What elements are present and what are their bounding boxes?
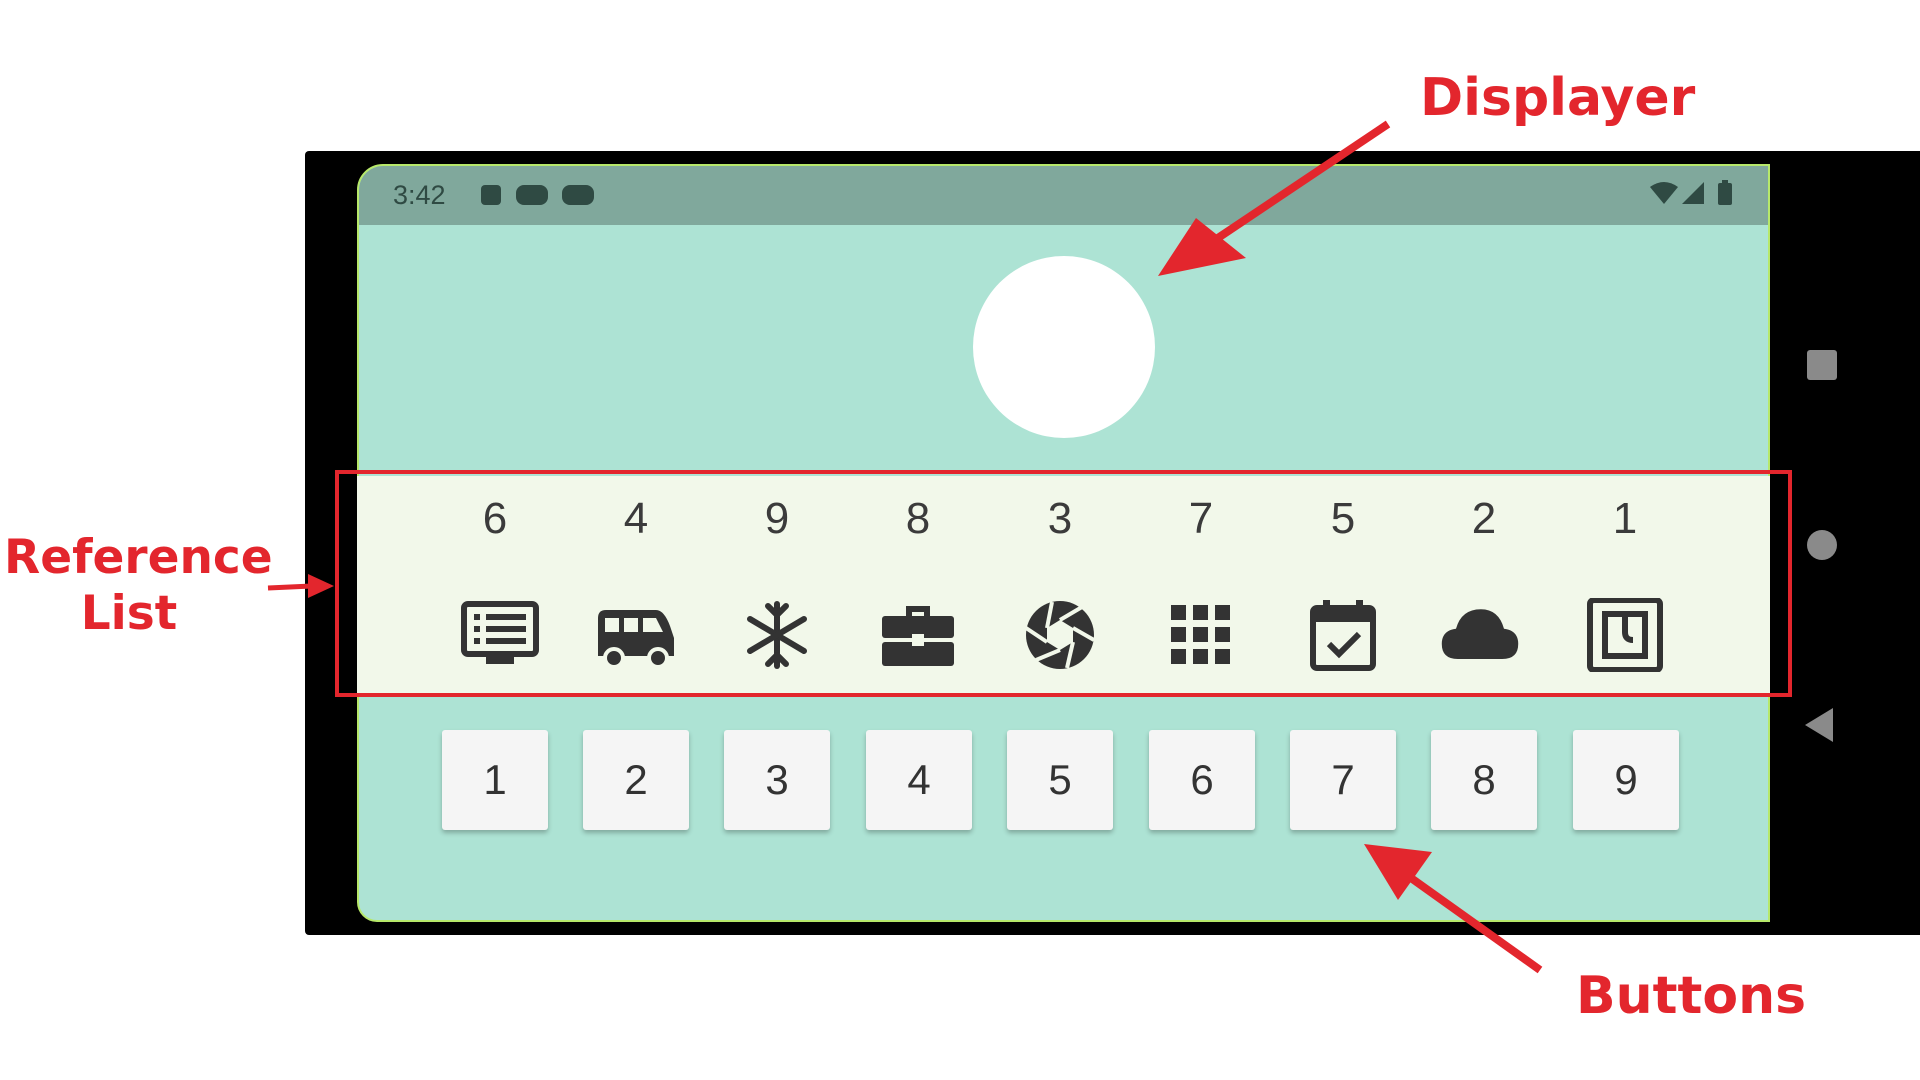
- reference-number: 5: [1330, 494, 1356, 543]
- reference-number: 7: [1188, 494, 1214, 543]
- status-bar: 3:42: [359, 166, 1768, 225]
- figure: 3:42 6 4 9 8 3 7 5 2 1 1 2 3 4 5 6 7 8 9…: [0, 0, 1920, 1080]
- reference-number: 2: [1471, 494, 1497, 543]
- number-button-8[interactable]: 8: [1431, 730, 1537, 830]
- number-button-1[interactable]: 1: [442, 730, 548, 830]
- annotation-reference-line2: List: [80, 586, 178, 641]
- number-button-4[interactable]: 4: [866, 730, 972, 830]
- reference-number: 1: [1612, 494, 1638, 543]
- grid-apps-icon: [1171, 605, 1230, 664]
- reference-number: 3: [1047, 494, 1073, 543]
- reference-number: 4: [623, 494, 649, 543]
- status-time: 3:42: [393, 180, 446, 210]
- nfc-icon: [1587, 598, 1663, 672]
- youtube-icon: [516, 185, 548, 205]
- signal-icon: [1682, 182, 1704, 204]
- number-button-7[interactable]: 7: [1290, 730, 1396, 830]
- camera-aperture-icon: [1024, 601, 1095, 669]
- text-icon: [481, 185, 501, 205]
- cloud-icon: [1441, 609, 1519, 659]
- wifi-icon: [1650, 182, 1678, 204]
- youtube-icon: [562, 185, 594, 205]
- number-button-5[interactable]: 5: [1007, 730, 1113, 830]
- bus-icon: [598, 610, 674, 669]
- recents-button[interactable]: [1807, 350, 1837, 380]
- back-button[interactable]: [1805, 708, 1833, 742]
- status-right-icons: [1650, 180, 1732, 205]
- annotation-displayer: Displayer: [1420, 68, 1696, 128]
- list-monitor-icon: [461, 601, 539, 664]
- reference-number: 8: [905, 494, 931, 543]
- reference-number: 9: [764, 494, 790, 543]
- annotation-reference-line1: Reference: [4, 530, 273, 585]
- annotation-buttons: Buttons: [1576, 966, 1807, 1026]
- reference-number: 6: [482, 494, 508, 543]
- home-button[interactable]: [1807, 530, 1837, 560]
- number-button-3[interactable]: 3: [724, 730, 830, 830]
- calendar-check-icon: [1310, 600, 1376, 671]
- snowflake-icon: [747, 601, 807, 669]
- briefcase-icon: [882, 606, 954, 666]
- displayer-circle: [973, 256, 1155, 438]
- battery-icon: [1718, 183, 1732, 205]
- number-button-9[interactable]: 9: [1573, 730, 1679, 830]
- annotation-reference-list: Reference List: [4, 530, 273, 642]
- number-button-6[interactable]: 6: [1149, 730, 1255, 830]
- number-button-2[interactable]: 2: [583, 730, 689, 830]
